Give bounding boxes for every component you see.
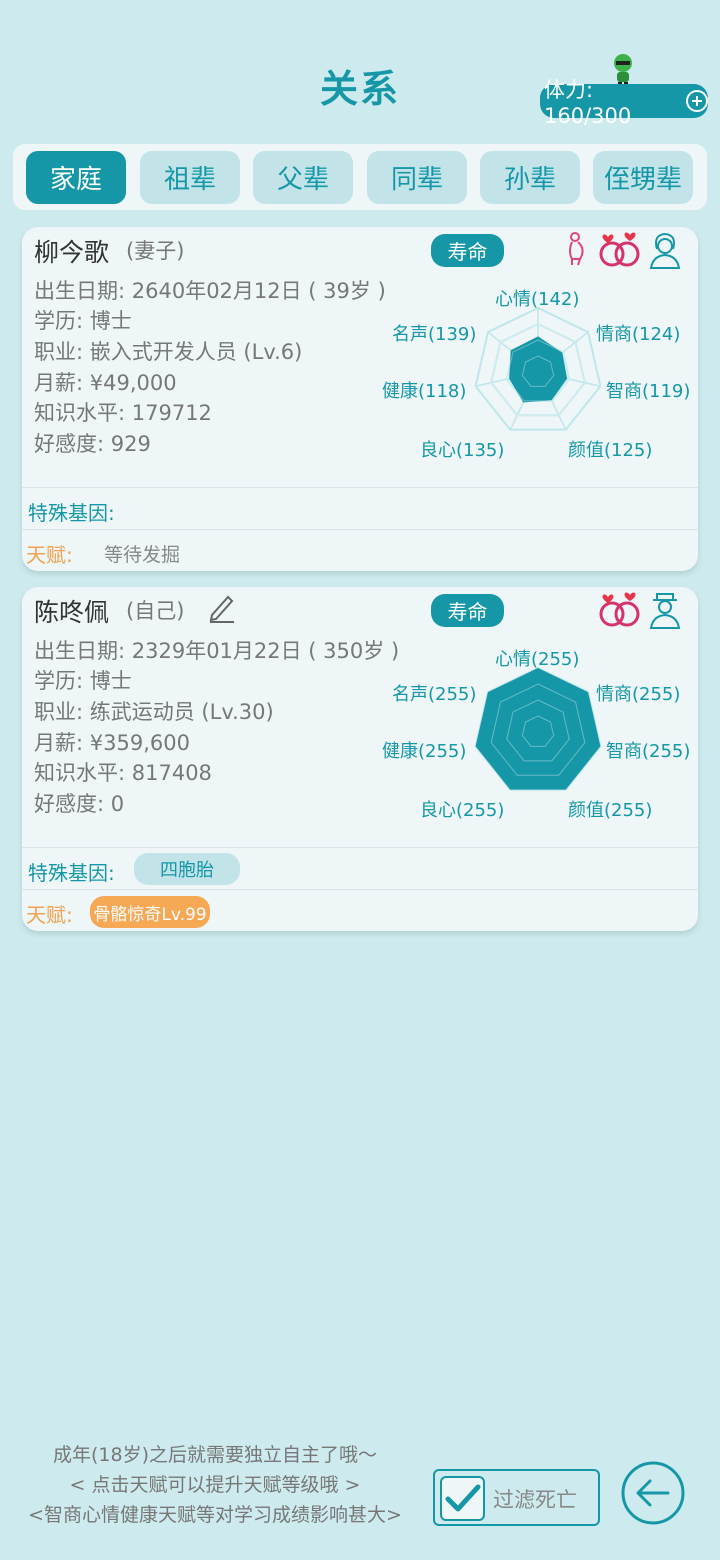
stat-looks: 颜值(255) xyxy=(568,800,653,821)
birth-date: 出生日期: 2329年01月22日 ( 350岁 ) xyxy=(34,639,400,663)
stat-iq: 智商(255) xyxy=(606,741,691,762)
male-avatar-icon xyxy=(649,593,681,629)
education: 学历: 博士 xyxy=(34,309,132,333)
back-arrow-icon[interactable] xyxy=(620,1460,686,1526)
occupation: 职业: 嵌入式开发人员 (Lv.6) xyxy=(34,340,303,364)
stat-conscience: 良心(135) xyxy=(420,440,505,461)
divider xyxy=(22,889,698,890)
stamina-indicator[interactable]: 体力: 160/300 xyxy=(540,78,708,128)
filter-dead-toggle[interactable]: 过滤死亡 xyxy=(433,1469,600,1526)
filter-checkbox[interactable] xyxy=(440,1476,485,1521)
education: 学历: 博士 xyxy=(34,669,132,693)
tab-grandchildren[interactable]: 孙辈 xyxy=(480,151,580,204)
tab-parents[interactable]: 父辈 xyxy=(253,151,353,204)
tab-nephews[interactable]: 侄甥辈 xyxy=(593,151,693,204)
stat-fame: 名声(255) xyxy=(392,684,477,705)
stat-eq: 情商(124) xyxy=(596,324,681,345)
tip-line: 成年(18岁)之后就需要独立自主了哦〜 xyxy=(52,1444,377,1466)
lifespan-button[interactable]: 寿命 xyxy=(431,594,504,627)
relation-tabs: 家庭 祖辈 父辈 同辈 孙辈 侄甥辈 xyxy=(13,144,707,210)
stat-eq: 情商(255) xyxy=(596,684,681,705)
stat-mood: 心情(255) xyxy=(495,649,580,670)
divider xyxy=(22,487,698,488)
married-rings-icon xyxy=(599,232,640,267)
stat-iq: 智商(119) xyxy=(606,381,691,402)
stat-looks: 颜值(125) xyxy=(568,440,653,461)
tip-line: < 点击天赋可以提升天赋等级哦 > xyxy=(69,1474,361,1496)
family-member-card[interactable]: 柳今歌 (妻子) 寿命 出生日期: 2640年02月12日 ( 39岁 ) 学历… xyxy=(22,227,698,571)
talent-label: 天赋: xyxy=(26,543,73,567)
birth-date: 出生日期: 2640年02月12日 ( 39岁 ) xyxy=(34,279,386,303)
favorability: 好感度: 0 xyxy=(34,792,125,816)
occupation: 职业: 练武运动员 (Lv.30) xyxy=(34,700,274,724)
footer-tips: 成年(18岁)之后就需要独立自主了哦〜 < 点击天赋可以提升天赋等级哦 > <智… xyxy=(0,1440,430,1530)
member-name: 陈咚佩 xyxy=(34,598,110,627)
special-gene-label: 特殊基因: xyxy=(28,501,115,525)
talent-label: 天赋: xyxy=(26,903,73,927)
female-avatar-icon xyxy=(649,232,681,269)
talent-pending[interactable]: 等待发掘 xyxy=(104,540,180,567)
family-member-card[interactable]: 陈咚佩 (自己) 寿命 出生日期: 2329年01月22日 ( 350岁 ) 学… xyxy=(22,587,698,931)
add-stamina-icon[interactable] xyxy=(686,90,708,112)
filter-label: 过滤死亡 xyxy=(493,1488,577,1512)
stat-conscience: 良心(255) xyxy=(420,800,505,821)
stat-mood: 心情(142) xyxy=(495,289,580,310)
stat-health: 健康(118) xyxy=(382,381,467,402)
knowledge-level: 知识水平: 817408 xyxy=(34,761,212,785)
divider xyxy=(22,529,698,530)
favorability: 好感度: 929 xyxy=(34,432,151,456)
lifespan-button[interactable]: 寿命 xyxy=(431,234,504,267)
talent-tag[interactable]: 骨骼惊奇Lv.99 xyxy=(90,896,210,928)
pregnant-icon xyxy=(569,232,584,266)
attribute-radar-chart xyxy=(474,306,602,431)
stat-health: 健康(255) xyxy=(382,741,467,762)
salary: 月薪: ¥359,600 xyxy=(34,731,190,755)
tip-line: <智商心情健康天赋等对学习成绩影响甚大> xyxy=(28,1504,402,1526)
stat-fame: 名声(139) xyxy=(392,324,477,345)
check-icon xyxy=(445,1484,481,1512)
married-rings-icon xyxy=(599,592,640,627)
salary: 月薪: ¥49,000 xyxy=(34,371,177,395)
stamina-text: 体力: 160/300 xyxy=(544,78,632,128)
knowledge-level: 知识水平: 179712 xyxy=(34,401,212,425)
edit-name-icon[interactable] xyxy=(206,591,236,623)
gene-tag[interactable]: 四胞胎 xyxy=(134,853,240,885)
tab-grandparents[interactable]: 祖辈 xyxy=(140,151,240,204)
attribute-radar-chart xyxy=(474,666,602,791)
member-role: (妻子) xyxy=(126,239,185,263)
member-role: (自己) xyxy=(126,599,185,623)
member-name: 柳今歌 xyxy=(34,238,110,267)
tab-peers[interactable]: 同辈 xyxy=(367,151,467,204)
divider xyxy=(22,847,698,848)
tab-family[interactable]: 家庭 xyxy=(26,151,126,204)
special-gene-label: 特殊基因: xyxy=(28,861,115,885)
